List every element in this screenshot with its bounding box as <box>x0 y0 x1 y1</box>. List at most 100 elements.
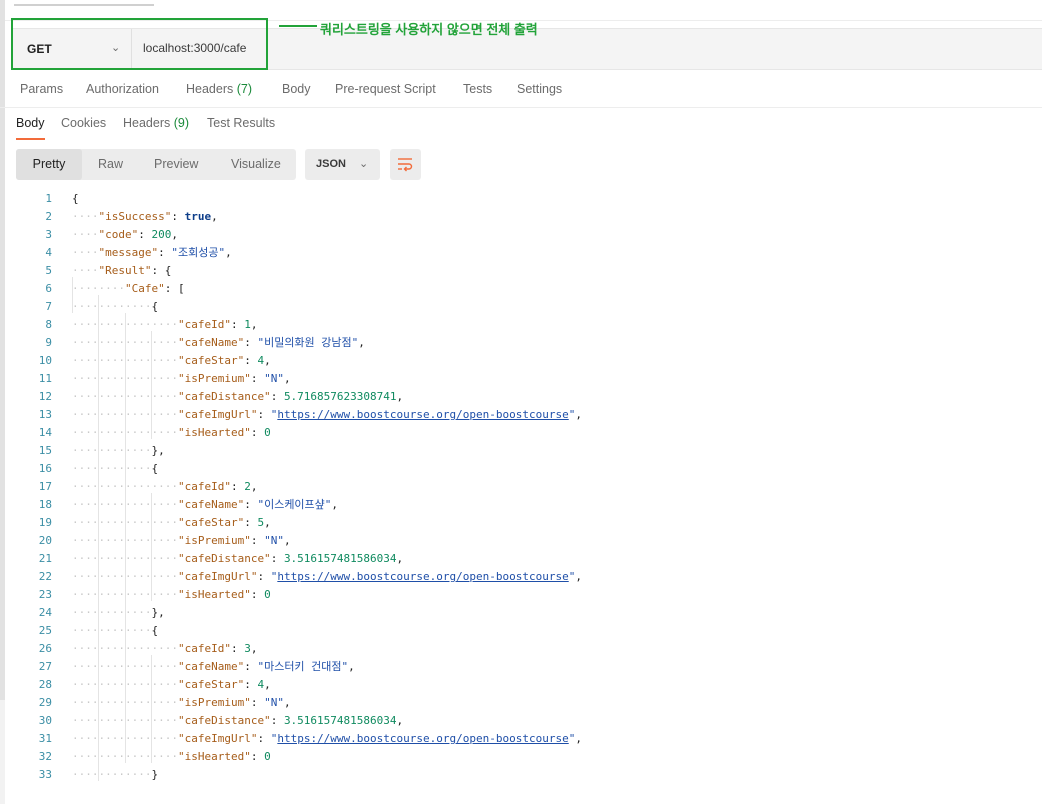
code-token: "N" <box>264 696 284 709</box>
code-token: { <box>151 624 159 637</box>
code-text: ················"cafeImgUrl": "https://w… <box>72 568 582 586</box>
code-token: : <box>244 498 258 511</box>
code-text: ················"cafeImgUrl": "https://w… <box>72 730 582 748</box>
view-mode-group: Pretty Raw Preview Visualize <box>16 149 296 180</box>
code-token: 3.516157481586034 <box>283 714 397 727</box>
code-token: "N" <box>264 372 284 385</box>
code-line: 1{ <box>0 190 1042 208</box>
tab-label: Body <box>282 82 311 96</box>
code-token: , <box>211 210 218 223</box>
code-line: 21 ················"cafeDistance": 3.5161… <box>0 550 1042 568</box>
indent-guide: ···· <box>72 210 99 223</box>
code-token: , <box>283 696 291 709</box>
code-token: "조회성공" <box>171 246 226 259</box>
code-line: 18 ················"cafeName": "이스케이프샾", <box>0 496 1042 514</box>
code-line: 12 ················"cafeDistance": 5.7168… <box>0 388 1042 406</box>
indent-guide: ···· <box>72 228 99 241</box>
tab-test-results[interactable]: Test Results <box>207 116 275 130</box>
code-token: : <box>250 426 265 439</box>
annotation-text: 쿼리스트링을 사용하지 않으면 전체 출력 <box>320 22 538 37</box>
line-number: 30 <box>38 714 52 727</box>
code-token: : <box>244 336 258 349</box>
code-text: ················"cafeName": "비밀의화원 강남점", <box>72 334 365 352</box>
url-link[interactable]: https://www.boostcourse.org/open-boostco… <box>277 732 568 745</box>
code-token: : <box>244 354 258 367</box>
code-token: : <box>270 390 284 403</box>
code-line: 20 ················"isPremium": "N", <box>0 532 1042 550</box>
code-token: } <box>151 768 159 781</box>
code-token: "isHearted" <box>177 588 251 601</box>
code-token: : <box>244 660 258 673</box>
tab-authorization[interactable]: Authorization <box>86 82 159 96</box>
code-token: , <box>575 570 582 583</box>
code-token: , <box>396 390 404 403</box>
line-number: 25 <box>38 624 52 637</box>
code-token: 1 <box>244 318 251 331</box>
tab-settings[interactable]: Settings <box>517 82 562 96</box>
code-token: "cafeId" <box>177 642 231 655</box>
indent-line <box>72 277 73 313</box>
url-link[interactable]: https://www.boostcourse.org/open-boostco… <box>277 570 568 583</box>
code-line: 15 ············}, <box>0 442 1042 460</box>
code-token: "cafeName" <box>177 336 245 349</box>
code-line: 22 ················"cafeImgUrl": "https:/… <box>0 568 1042 586</box>
tab-body[interactable]: Body <box>282 82 311 96</box>
code-token: : <box>270 714 284 727</box>
format-select[interactable]: JSON ⌄ <box>305 149 380 180</box>
code-token: "cafeName" <box>177 498 245 511</box>
indent-line <box>98 295 100 781</box>
tab-count: (9) <box>173 116 190 130</box>
indent-line <box>124 313 126 763</box>
tab-label: Body <box>16 116 45 130</box>
line-number: 15 <box>38 444 52 457</box>
code-token: : <box>250 588 265 601</box>
code-line: 5 ····"Result": { <box>0 262 1042 280</box>
code-token: : <box>244 678 258 691</box>
raw-button[interactable]: Raw <box>98 149 123 180</box>
preview-button[interactable]: Preview <box>154 149 198 180</box>
line-number: 9 <box>45 336 52 349</box>
code-line: 10 ················"cafeStar": 4, <box>0 352 1042 370</box>
code-token: : <box>138 228 152 241</box>
code-text: ····"code": 200, <box>72 226 178 244</box>
visualize-button[interactable]: Visualize <box>231 149 281 180</box>
tab-count: (7) <box>236 82 253 96</box>
code-token: "cafeStar" <box>177 678 245 691</box>
pretty-button[interactable]: Pretty <box>16 149 82 180</box>
code-line: 11 ················"isPremium": "N", <box>0 370 1042 388</box>
code-text: ················"cafeName": "이스케이프샾", <box>72 496 338 514</box>
code-token: : { <box>151 264 172 277</box>
code-token: "isSuccess" <box>98 210 172 223</box>
code-text: ····"Result": { <box>72 262 171 280</box>
tab-pre-request-script[interactable]: Pre-request Script <box>335 82 436 96</box>
code-token: }, <box>151 444 165 457</box>
code-token: "message" <box>98 246 159 259</box>
line-number: 18 <box>38 498 52 511</box>
wrap-lines-button[interactable] <box>390 149 421 180</box>
code-token: : <box>270 552 284 565</box>
code-token: , <box>331 498 339 511</box>
code-token: "isPremium" <box>177 696 251 709</box>
line-number: 2 <box>45 210 52 223</box>
code-line: 26 ················"cafeId": 3, <box>0 640 1042 658</box>
code-text: ················"isPremium": "N", <box>72 370 291 388</box>
line-number: 3 <box>45 228 52 241</box>
code-text: ················"isPremium": "N", <box>72 532 291 550</box>
tab-params[interactable]: Params <box>20 82 63 96</box>
tab-response-headers[interactable]: Headers (9) <box>123 116 189 130</box>
code-line: 32 ················"isHearted": 0 <box>0 748 1042 766</box>
code-token: "cafeImgUrl" <box>177 408 258 421</box>
tab-tests[interactable]: Tests <box>463 82 492 96</box>
tab-headers[interactable]: Headers (7) <box>186 82 252 96</box>
tab-response-body[interactable]: Body <box>16 116 45 130</box>
code-line: 27 ················"cafeName": "마스터키 건대점"… <box>0 658 1042 676</box>
url-link[interactable]: https://www.boostcourse.org/open-boostco… <box>277 408 568 421</box>
code-token: "isHearted" <box>177 426 251 439</box>
tab-label: Cookies <box>61 116 107 130</box>
tab-cookies[interactable]: Cookies <box>61 116 106 130</box>
tab-label: Pre-request Script <box>335 82 436 96</box>
code-token: "cafeName" <box>177 660 245 673</box>
code-text: ················"cafeDistance": 3.516157… <box>72 550 403 568</box>
code-token: "비밀의화원 강남점" <box>257 336 359 349</box>
line-number: 31 <box>38 732 52 745</box>
